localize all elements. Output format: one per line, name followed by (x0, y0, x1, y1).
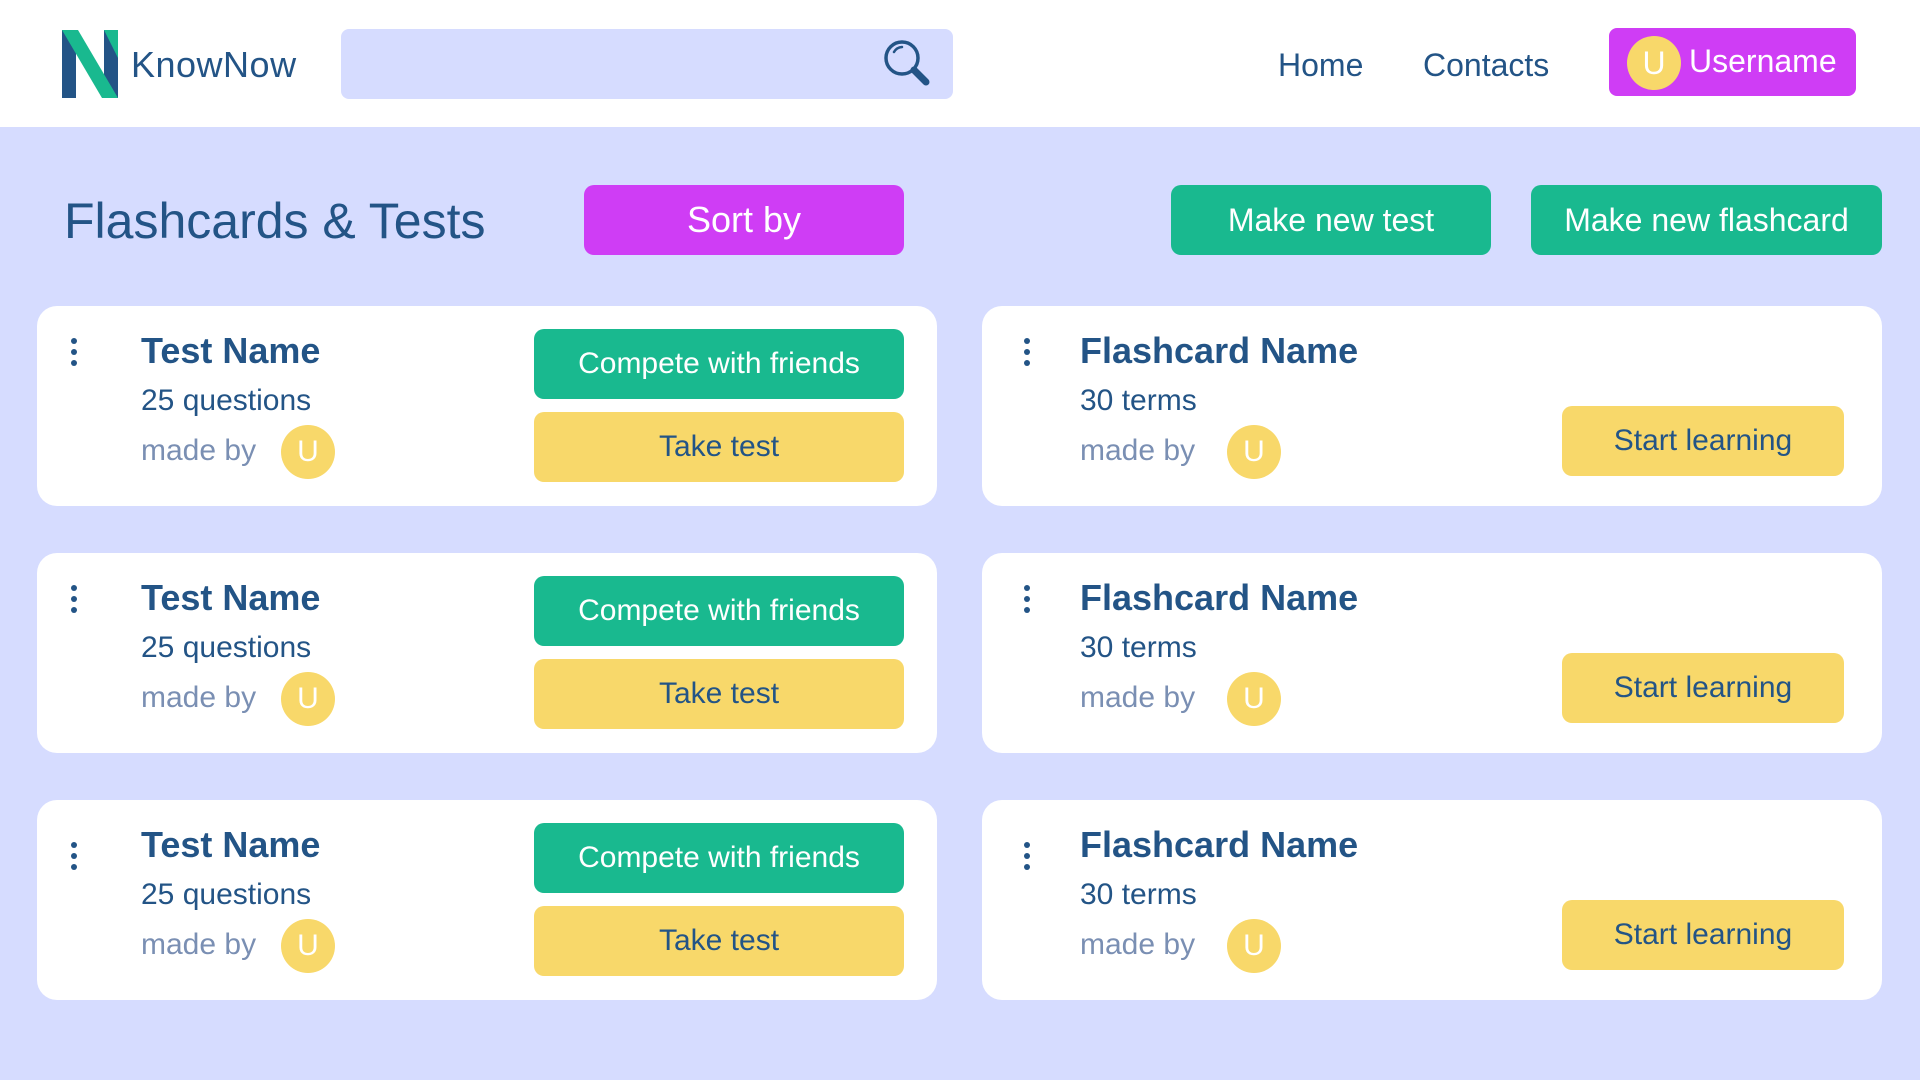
made-by-label: made by (141, 681, 257, 714)
author-avatar[interactable]: U (1227, 919, 1281, 973)
nav-contacts-link[interactable]: Contacts (1423, 47, 1549, 84)
made-by-label: made by (1080, 681, 1196, 714)
author-avatar[interactable]: U (1227, 425, 1281, 479)
kebab-menu-icon[interactable] (1020, 585, 1034, 619)
page-title: Flashcards & Tests (64, 193, 486, 249)
search-icon[interactable] (880, 36, 936, 92)
kebab-menu-icon[interactable] (67, 585, 81, 619)
question-count: 25 questions (141, 878, 312, 911)
test-name[interactable]: Test Name (141, 824, 320, 866)
username-label: Username (1689, 43, 1837, 79)
user-menu-button[interactable]: U Username (1609, 28, 1856, 96)
author-avatar[interactable]: U (281, 672, 335, 726)
take-test-button[interactable]: Take test (534, 906, 904, 976)
flashcard-card: Flashcard Name 30 terms made by U Start … (982, 800, 1882, 1000)
make-new-test-button[interactable]: Make new test (1171, 185, 1491, 255)
kebab-menu-icon[interactable] (1020, 842, 1034, 876)
term-count: 30 terms (1080, 631, 1197, 664)
flashcard-card: Flashcard Name 30 terms made by U Start … (982, 553, 1882, 753)
made-by-label: made by (141, 434, 257, 467)
test-card: Test Name 25 questions made by U Compete… (37, 800, 937, 1000)
question-count: 25 questions (141, 384, 312, 417)
take-test-button[interactable]: Take test (534, 659, 904, 729)
made-by-label: made by (1080, 928, 1196, 961)
kebab-menu-icon[interactable] (67, 338, 81, 372)
flashcard-name[interactable]: Flashcard Name (1080, 824, 1358, 866)
flashcard-card: Flashcard Name 30 terms made by U Start … (982, 306, 1882, 506)
kebab-menu-icon[interactable] (67, 842, 81, 876)
sort-by-button[interactable]: Sort by (584, 185, 904, 255)
test-card: Test Name 25 questions made by U Compete… (37, 306, 937, 506)
term-count: 30 terms (1080, 878, 1197, 911)
knownow-logo-icon[interactable] (60, 28, 120, 100)
test-name[interactable]: Test Name (141, 330, 320, 372)
top-header: KnowNow Home Contacts U Username (0, 0, 1920, 127)
compete-with-friends-button[interactable]: Compete with friends (534, 329, 904, 399)
author-avatar[interactable]: U (1227, 672, 1281, 726)
author-avatar[interactable]: U (281, 425, 335, 479)
kebab-menu-icon[interactable] (1020, 338, 1034, 372)
compete-with-friends-button[interactable]: Compete with friends (534, 823, 904, 893)
flashcard-name[interactable]: Flashcard Name (1080, 577, 1358, 619)
user-avatar: U (1627, 36, 1681, 90)
question-count: 25 questions (141, 631, 312, 664)
take-test-button[interactable]: Take test (534, 412, 904, 482)
nav-home-link[interactable]: Home (1278, 47, 1363, 84)
test-card: Test Name 25 questions made by U Compete… (37, 553, 937, 753)
start-learning-button[interactable]: Start learning (1562, 406, 1844, 476)
test-name[interactable]: Test Name (141, 577, 320, 619)
flashcard-name[interactable]: Flashcard Name (1080, 330, 1358, 372)
made-by-label: made by (1080, 434, 1196, 467)
compete-with-friends-button[interactable]: Compete with friends (534, 576, 904, 646)
term-count: 30 terms (1080, 384, 1197, 417)
search-input[interactable] (341, 29, 953, 99)
start-learning-button[interactable]: Start learning (1562, 900, 1844, 970)
start-learning-button[interactable]: Start learning (1562, 653, 1844, 723)
make-new-flashcard-button[interactable]: Make new flashcard (1531, 185, 1882, 255)
brand-name: KnowNow (131, 44, 297, 85)
made-by-label: made by (141, 928, 257, 961)
author-avatar[interactable]: U (281, 919, 335, 973)
